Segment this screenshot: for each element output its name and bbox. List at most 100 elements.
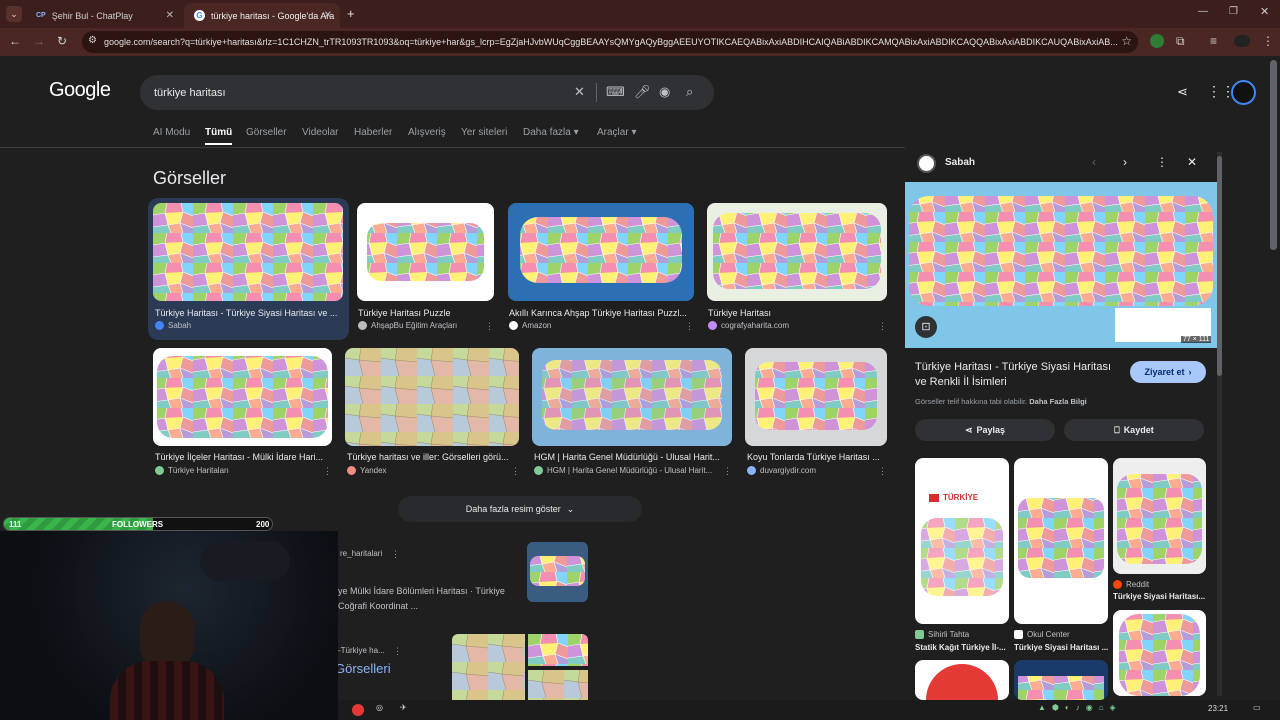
media-controls-icon[interactable]: ≡ — [1210, 34, 1217, 48]
steam-taskbar-icon[interactable]: ✈ — [400, 703, 407, 712]
more-options-icon[interactable]: ⋮ — [391, 549, 400, 560]
maximize-icon[interactable]: ❐ — [1229, 6, 1238, 17]
page-scrollbar[interactable] — [1270, 60, 1277, 250]
tab-ai-mode[interactable]: AI Modu — [153, 127, 190, 138]
image-source-7[interactable]: HGM | Harita Genel Müdürlüğü - Ulusal Ha… — [534, 466, 714, 475]
share-icon[interactable]: ⋖ — [1177, 84, 1188, 100]
lens-icon[interactable]: ◉ — [659, 84, 670, 100]
result-1-source[interactable]: re_haritalari — [340, 549, 382, 558]
back-icon[interactable]: ← — [9, 34, 21, 48]
result-2-thumbnail-b[interactable] — [528, 634, 588, 666]
learn-more-link[interactable]: Daha Fazla Bilgi — [1029, 397, 1087, 406]
close-tab-icon[interactable]: ✕ — [324, 10, 332, 21]
related-image-2[interactable] — [1014, 458, 1108, 624]
panel-scrollbar-thumb[interactable] — [1217, 156, 1222, 376]
keyboard-icon[interactable]: ⌨ — [606, 84, 625, 100]
site-info-icon[interactable]: ⚙ — [88, 35, 97, 46]
profile-icon[interactable] — [1234, 35, 1250, 47]
browser-menu-icon[interactable]: ⋮ — [1262, 34, 1274, 48]
tab-chatplay[interactable]: CP Şehir Bul - ChatPlay ✕ — [26, 3, 182, 28]
search-icon[interactable]: ⌕ — [686, 84, 693, 100]
image-result-7[interactable] — [532, 348, 732, 446]
image-result-8[interactable] — [745, 348, 887, 446]
image-caption-6[interactable]: Türkiye haritası ve iller: Görselleri gö… — [347, 452, 515, 462]
image-result-2[interactable] — [357, 203, 494, 301]
address-bar[interactable]: ⚙ google.com/search?q=türkiye+haritası&r… — [82, 31, 1138, 53]
tab-more[interactable]: Daha fazla ▾ — [523, 127, 579, 138]
related-image-4[interactable] — [1113, 610, 1206, 696]
more-options-icon[interactable]: ⋮ — [1156, 155, 1168, 169]
more-images-button[interactable]: Daha fazla resim göster ⌄ — [398, 496, 642, 522]
tab-shopping[interactable]: Alışveriş — [408, 127, 446, 138]
more-options-icon[interactable]: ⋮ — [685, 321, 694, 332]
previous-icon[interactable]: ‹ — [1092, 155, 1096, 169]
image-caption-1[interactable]: Türkiye Haritası - Türkiye Siyasi Harita… — [155, 308, 341, 318]
related-caption-2[interactable]: Türkiye Siyasi Haritası ... — [1014, 643, 1108, 652]
search-input[interactable]: türkiye haritası ✕ ⌨ 🎤︎ ◉ ⌕ — [140, 75, 714, 110]
image-source-8[interactable]: duvargiydir.com — [747, 466, 816, 475]
forward-icon[interactable]: → — [33, 34, 45, 48]
google-logo[interactable]: Google — [49, 79, 111, 102]
image-result-3[interactable] — [508, 203, 694, 301]
image-result-6[interactable] — [345, 348, 519, 446]
obs-taskbar-icon[interactable]: ◎ — [376, 703, 383, 712]
more-options-icon[interactable]: ⋮ — [485, 321, 494, 332]
tab-search-chevron-icon[interactable]: ⌄ — [6, 6, 22, 22]
result-2-thumbnail-a[interactable] — [452, 634, 525, 700]
tab-videos[interactable]: Videolar — [302, 127, 339, 138]
more-options-icon[interactable]: ⋮ — [878, 321, 887, 332]
tab-images[interactable]: Görseller — [246, 127, 287, 138]
reload-icon[interactable]: ↻ — [57, 34, 67, 48]
image-source-1[interactable]: Sabah — [155, 321, 191, 330]
related-caption-3[interactable]: Türkiye Siyasi Haritası... — [1113, 592, 1206, 601]
lens-icon[interactable]: ⊡ — [915, 316, 937, 338]
chrome-taskbar-icon[interactable] — [352, 704, 364, 716]
share-button[interactable]: ⋖ Paylaş — [915, 419, 1055, 441]
image-result-1[interactable] — [153, 203, 343, 301]
related-image-6[interactable] — [1014, 660, 1108, 700]
related-source-2[interactable]: Okul Center — [1014, 630, 1070, 639]
image-source-3[interactable]: Amazon — [509, 321, 551, 330]
tab-tools[interactable]: Araçlar ▾ — [597, 127, 637, 138]
system-tray-icons[interactable]: ▲⬢◐♪◉⌂◈ — [1038, 703, 1122, 712]
image-caption-5[interactable]: Türkiye İlçeler Haritası - Mülki İdare H… — [155, 452, 331, 462]
panel-preview-image[interactable]: ⊡ 77 × 111 — [905, 182, 1217, 348]
more-options-icon[interactable]: ⋮ — [511, 466, 520, 477]
related-source-1[interactable]: Sihirli Tahta — [915, 630, 969, 639]
image-caption-3[interactable]: Akıllı Karınca Ahşap Türkiye Haritası Pu… — [509, 308, 693, 318]
close-window-icon[interactable]: ✕ — [1260, 5, 1269, 18]
bookmark-star-icon[interactable]: ☆ — [1117, 34, 1132, 48]
next-icon[interactable]: › — [1123, 155, 1127, 169]
image-result-4[interactable] — [707, 203, 887, 301]
related-source-3[interactable]: Reddit — [1113, 580, 1149, 589]
result-1-thumbnail[interactable] — [527, 542, 588, 602]
more-options-icon[interactable]: ⋮ — [723, 466, 732, 477]
image-caption-7[interactable]: HGM | Harita Genel Müdürlüğü - Ulusal Ha… — [534, 452, 728, 462]
image-caption-2[interactable]: Türkiye Haritası Puzzle — [358, 308, 488, 318]
image-source-5[interactable]: Türkiye Haritaları — [155, 466, 229, 475]
image-source-2[interactable]: AhşapBu Eğitim Araçları — [358, 321, 457, 330]
result-2-source[interactable]: -Türkiye ha... — [338, 646, 385, 655]
clear-icon[interactable]: ✕ — [574, 84, 585, 100]
new-tab-button[interactable]: + — [347, 6, 355, 21]
image-caption-8[interactable]: Koyu Tonlarda Türkiye Haritası ... — [747, 452, 885, 462]
minimize-icon[interactable]: — — [1198, 6, 1208, 17]
extensions-icon[interactable]: ⧉ — [1176, 34, 1185, 48]
result-2-title[interactable]: Görselleri — [335, 661, 391, 676]
more-options-icon[interactable]: ⋮ — [878, 466, 887, 477]
image-source-6[interactable]: Yandex — [347, 466, 387, 475]
image-caption-4[interactable]: Türkiye Haritası — [708, 308, 878, 318]
more-options-icon[interactable]: ⋮ — [393, 646, 402, 657]
related-image-3[interactable] — [1113, 458, 1206, 574]
tab-places[interactable]: Yer siteleri — [461, 127, 507, 138]
image-source-4[interactable]: cografyaharita.com — [708, 321, 789, 330]
notifications-icon[interactable]: ▭ — [1253, 703, 1261, 712]
result-2-thumbnail-c[interactable] — [528, 670, 588, 700]
account-avatar[interactable] — [1231, 80, 1256, 105]
image-result-5[interactable] — [153, 348, 332, 446]
related-image-5[interactable] — [915, 660, 1009, 700]
clock[interactable]: 23:21 — [1208, 704, 1228, 713]
visit-button[interactable]: Ziyaret et › — [1130, 361, 1206, 383]
close-panel-icon[interactable]: ✕ — [1187, 155, 1197, 169]
voice-search-icon[interactable]: 🎤︎ — [634, 84, 651, 100]
